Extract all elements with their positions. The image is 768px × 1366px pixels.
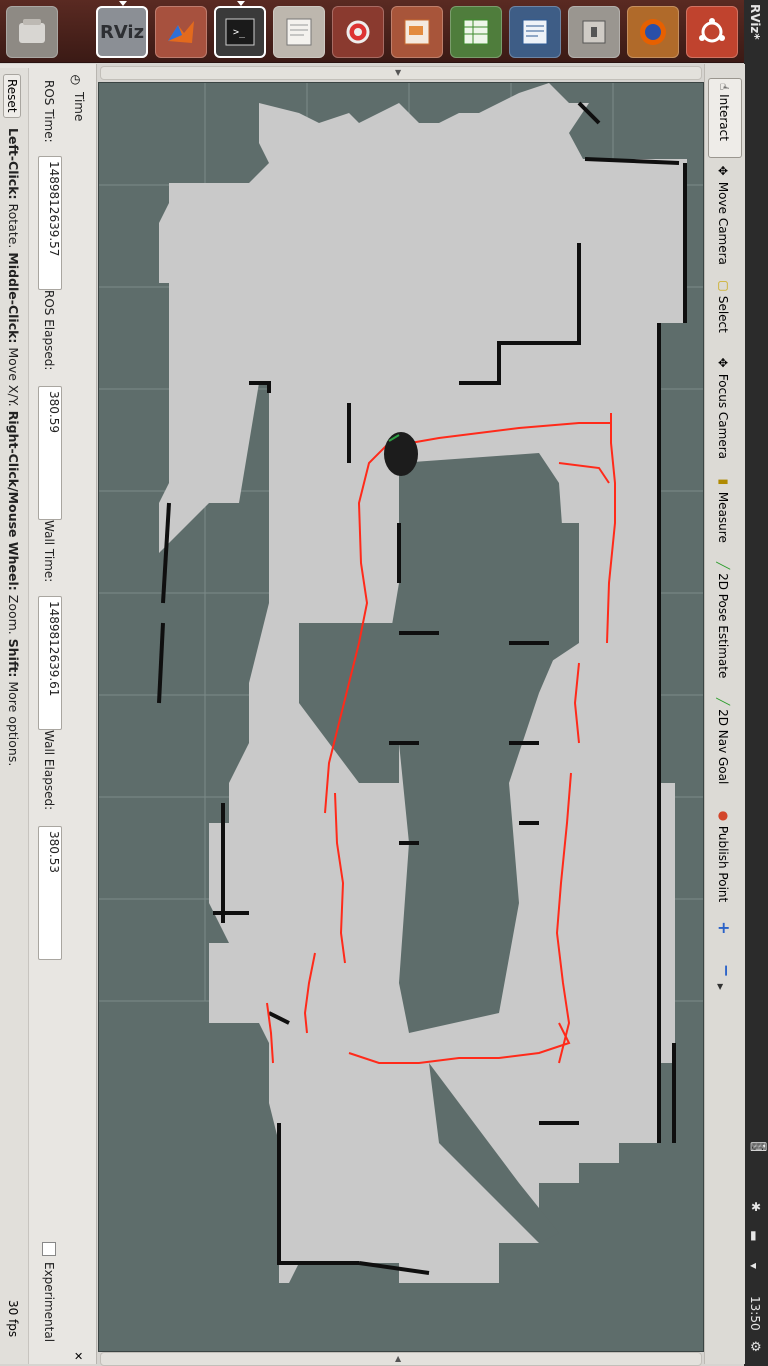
time-panel-title: Time <box>72 92 86 122</box>
hand-icon: ☝ <box>717 83 731 91</box>
interact-tool[interactable]: ☝ Interact <box>708 78 742 158</box>
system-settings-icon[interactable] <box>332 6 384 58</box>
publish-point-label: Publish Point <box>716 825 730 903</box>
rviz-icon[interactable]: RViz <box>96 1 148 58</box>
wall-time-field[interactable]: 1489812639.61 <box>38 596 62 730</box>
publish-point-tool[interactable]: ● Publish Point <box>716 808 730 902</box>
matlab-icon[interactable] <box>155 6 207 58</box>
focus-icon: ✥ <box>716 356 730 370</box>
ros-time-field[interactable]: 1489812639.57 <box>38 156 62 290</box>
move-camera-label: Move Camera <box>716 181 730 265</box>
nav-goal-tool[interactable]: ╱ 2D Nav Goal <box>716 698 730 784</box>
gear-icon[interactable]: ⚙ <box>750 1340 762 1355</box>
firefox-icon[interactable] <box>627 6 679 58</box>
wall-elapsed-label: Wall Elapsed: <box>42 730 56 811</box>
help-text: Left-Click: Rotate. Middle-Click: Move X… <box>6 128 21 766</box>
move-icon: ✥ <box>716 164 730 178</box>
pose-estimate-label: 2D Pose Estimate <box>716 573 730 679</box>
ros-time-label: ROS Time: <box>42 80 56 143</box>
clock[interactable]: 13:50 <box>748 1296 762 1331</box>
help-shift-val: More options. <box>6 677 21 767</box>
select-icon: ▢ <box>716 278 730 292</box>
bluetooth-icon[interactable]: ✱ <box>751 1200 761 1214</box>
bottom-scroll-handle[interactable]: ▲ <box>100 1352 702 1366</box>
help-right-val: Zoom. <box>6 590 21 639</box>
clock-icon: ◷ <box>70 72 81 86</box>
pin-icon: ● <box>716 808 730 822</box>
measure-tool[interactable]: ▬ Measure <box>716 474 730 543</box>
add-tool-button[interactable]: + <box>717 918 730 937</box>
chevron-up-icon: ▲ <box>395 1354 402 1363</box>
experimental-label: Experimental <box>42 1262 56 1343</box>
wall-time-label: Wall Time: <box>42 520 56 583</box>
focus-camera-tool[interactable]: ✥ Focus Camera <box>716 356 730 459</box>
focus-camera-label: Focus Camera <box>716 373 730 460</box>
experimental-checkbox[interactable] <box>42 1242 56 1256</box>
volume-icon[interactable]: ◂ <box>750 1258 756 1272</box>
battery-icon[interactable]: ▮ <box>750 1228 757 1242</box>
terminal-icon[interactable]: >_ <box>214 1 266 58</box>
occupancy-map <box>99 83 703 1283</box>
window-icon[interactable] <box>568 6 620 58</box>
chevron-down-icon: ▼ <box>395 68 402 77</box>
time-content: ◷ Time ROS Time: 1489812639.57 ROS Elaps… <box>30 68 94 1364</box>
launcher: RViz >_ <box>0 0 768 63</box>
ruler-icon: ▬ <box>716 474 730 488</box>
reset-button[interactable]: Reset <box>3 74 21 118</box>
keyboard-icon[interactable]: ⌨ <box>750 1140 767 1154</box>
pose-estimate-tool[interactable]: ╱ 2D Pose Estimate <box>716 562 730 678</box>
files-icon[interactable] <box>6 6 58 58</box>
help-left-val: Rotate. <box>6 199 21 253</box>
svg-text:>_: >_ <box>233 27 246 38</box>
help-shift-key: Shift: <box>6 638 21 678</box>
status-bar: Reset Left-Click: Rotate. Middle-Click: … <box>0 68 29 1364</box>
ubuntu-icon[interactable] <box>686 6 738 58</box>
green-arrow-icon: ╱ <box>716 562 730 570</box>
measure-label: Measure <box>716 491 730 543</box>
help-right-key: Right-Click/Mouse Wheel: <box>6 410 21 591</box>
robot-model <box>384 432 418 476</box>
help-middle-key: Middle-Click: <box>6 252 21 344</box>
text-editor-icon[interactable] <box>273 6 325 58</box>
writer-icon[interactable] <box>509 6 561 58</box>
ros-elapsed-label: ROS Elapsed: <box>42 290 56 371</box>
select-label: Select <box>716 295 730 333</box>
fps-label: 30 fps <box>6 1300 20 1338</box>
remove-tool-button[interactable]: − <box>717 964 736 977</box>
top-scroll-handle[interactable]: ▼ <box>100 66 702 80</box>
tool-menu-arrow-icon[interactable]: ▼ <box>717 982 723 991</box>
window-title: RViz* <box>748 4 762 40</box>
close-icon[interactable]: ✕ <box>74 1350 83 1363</box>
render-viewport[interactable] <box>98 82 704 1352</box>
top-panel: RViz* ⌨ ✱ ▮ ◂ 13:50 ⚙ <box>744 0 768 1366</box>
move-camera-tool[interactable]: ✥ Move Camera <box>716 164 730 265</box>
nav-goal-label: 2D Nav Goal <box>716 709 730 785</box>
ros-elapsed-field[interactable]: 380.59 <box>38 386 62 520</box>
select-tool[interactable]: ▢ Select <box>716 278 730 333</box>
time-panel: Reset Left-Click: Rotate. Middle-Click: … <box>0 64 97 1364</box>
help-middle-val: Move X/Y. <box>6 343 21 411</box>
spreadsheet-icon[interactable] <box>450 6 502 58</box>
interact-label: Interact <box>717 94 731 141</box>
help-left-key: Left-Click: <box>6 128 21 200</box>
green-arrow-icon: ╱ <box>716 698 730 706</box>
rviz-label: RViz <box>99 21 145 43</box>
wall-elapsed-field[interactable]: 380.53 <box>38 826 62 960</box>
tool-bar: ☝ Interact ✥ Move Camera ▢ Select ✥ Focu… <box>704 64 745 1364</box>
presentation-icon[interactable] <box>391 6 443 58</box>
